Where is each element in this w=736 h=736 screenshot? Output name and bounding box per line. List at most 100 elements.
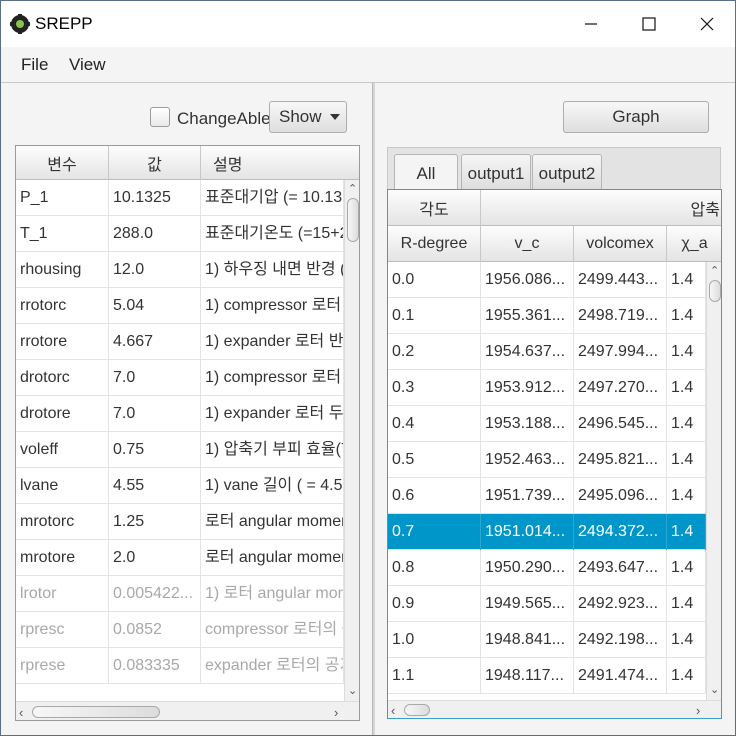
variable-name-cell[interactable]: rpresc xyxy=(16,612,109,648)
output-table-hscrollbar[interactable]: ‹ › xyxy=(388,700,721,718)
vscroll-thumb[interactable] xyxy=(347,198,359,242)
minimize-button[interactable] xyxy=(569,9,613,39)
output-cell[interactable]: 1.4 xyxy=(667,298,706,334)
output-row[interactable]: 0.8 1950.290... 2493.647... 1.4 xyxy=(388,550,706,586)
close-button[interactable] xyxy=(685,9,729,39)
variable-name-cell[interactable]: rhousing xyxy=(16,252,109,288)
output-cell[interactable]: 1.4 xyxy=(667,586,706,622)
output-cell[interactable]: 1956.086... xyxy=(481,262,574,298)
output-cell[interactable]: 1948.841... xyxy=(481,622,574,658)
output-row[interactable]: 0.5 1952.463... 2495.821... 1.4 xyxy=(388,442,706,478)
variable-value-cell[interactable]: 12.0 xyxy=(109,252,201,288)
output-cell[interactable]: 2497.270... xyxy=(574,370,667,406)
tab-output2[interactable]: output2 xyxy=(532,154,602,192)
output-cell[interactable]: 1.4 xyxy=(667,262,706,298)
variable-value-cell[interactable]: 1.25 xyxy=(109,504,201,540)
variable-desc-cell[interactable]: 로터 angular momentum xyxy=(201,540,344,576)
variable-desc-cell[interactable]: 1) compressor 로터 두 xyxy=(201,360,344,396)
output-cell[interactable]: 2495.096... xyxy=(574,478,667,514)
output-row-selected[interactable]: 0.7 1951.014... 2494.372... 1.4 xyxy=(388,514,706,550)
variable-name-cell[interactable]: mrotore xyxy=(16,540,109,576)
variable-row[interactable]: lvane 4.55 1) vane 길이 ( = 4.55 xyxy=(16,468,344,504)
variable-row[interactable]: voleff 0.75 1) 압축기 부피 효율(75 xyxy=(16,432,344,468)
output-table-vscrollbar[interactable]: ⌃ ⌄ xyxy=(706,262,721,700)
variable-value-cell[interactable]: 10.1325 xyxy=(109,180,201,216)
output-cell[interactable]: 0.9 xyxy=(388,586,481,622)
output-cell[interactable]: 1949.565... xyxy=(481,586,574,622)
output-row[interactable]: 0.3 1953.912... 2497.270... 1.4 xyxy=(388,370,706,406)
output-cell[interactable]: 1951.739... xyxy=(481,478,574,514)
variable-row[interactable]: mrotore2.0로터 angular momentum xyxy=(16,540,344,576)
output-cell[interactable]: 2497.994... xyxy=(574,334,667,370)
output-cell[interactable]: 0.4 xyxy=(388,406,481,442)
variable-name-cell[interactable]: lrotor xyxy=(16,576,109,612)
variable-name-cell[interactable]: rrotorc xyxy=(16,288,109,324)
scroll-left-icon[interactable]: ‹ xyxy=(391,703,395,718)
group-header-angle[interactable]: 각도 xyxy=(388,190,481,226)
output-cell[interactable]: 2499.443... xyxy=(574,262,667,298)
output-cell[interactable]: 1.4 xyxy=(667,370,706,406)
output-cell[interactable]: 1.4 xyxy=(667,334,706,370)
variable-name-cell[interactable]: T_1 xyxy=(16,216,109,252)
output-cell[interactable]: 2492.198... xyxy=(574,622,667,658)
output-cell[interactable]: 0.7 xyxy=(388,514,481,550)
variable-name-cell[interactable]: drotore xyxy=(16,396,109,432)
variable-value-cell[interactable]: 5.04 xyxy=(109,288,201,324)
output-cell[interactable]: 2491.474... xyxy=(574,658,667,694)
output-cell[interactable]: 1.4 xyxy=(667,406,706,442)
hscroll-thumb[interactable] xyxy=(404,704,430,716)
variable-row[interactable]: rpresc0.0852compressor 로터의 공기 xyxy=(16,612,344,648)
output-row[interactable]: 0.9 1949.565... 2492.923... 1.4 xyxy=(388,586,706,622)
column-header-r-degree[interactable]: R-degree xyxy=(388,226,481,262)
scroll-up-icon[interactable]: ⌃ xyxy=(710,264,719,277)
variable-name-cell[interactable]: lvane xyxy=(16,468,109,504)
output-row[interactable]: 0.6 1951.739... 2495.096... 1.4 xyxy=(388,478,706,514)
variable-desc-cell[interactable]: 표준대기압 (= 10.1325 xyxy=(201,180,344,216)
output-cell[interactable]: 0.2 xyxy=(388,334,481,370)
scroll-up-icon[interactable]: ⌃ xyxy=(348,182,357,195)
output-cell[interactable]: 0.3 xyxy=(388,370,481,406)
output-row[interactable]: 1.0 1948.841... 2492.198... 1.4 xyxy=(388,622,706,658)
output-row[interactable]: 0.1 1955.361... 2498.719... 1.4 xyxy=(388,298,706,334)
variable-desc-cell[interactable]: 표준대기온도 (=15+273 xyxy=(201,216,344,252)
output-cell[interactable]: 0.0 xyxy=(388,262,481,298)
output-cell[interactable]: 0.6 xyxy=(388,478,481,514)
output-cell[interactable]: 1950.290... xyxy=(481,550,574,586)
output-cell[interactable]: 2493.647... xyxy=(574,550,667,586)
split-divider[interactable] xyxy=(372,83,375,735)
output-cell[interactable]: 1.4 xyxy=(667,550,706,586)
variable-name-cell[interactable]: rprese xyxy=(16,648,109,684)
output-cell[interactable]: 0.1 xyxy=(388,298,481,334)
graph-button[interactable]: Graph xyxy=(563,101,709,133)
variable-desc-cell[interactable]: 로터 angular momentum xyxy=(201,504,344,540)
variable-row[interactable]: rhousing 12.0 1) 하우징 내면 반경 ( xyxy=(16,252,344,288)
tab-all[interactable]: All xyxy=(394,154,458,193)
variable-row[interactable]: rrotore 4.667 1) expander 로터 반경 xyxy=(16,324,344,360)
output-row[interactable]: 0.4 1953.188... 2496.545... 1.4 xyxy=(388,406,706,442)
output-cell[interactable]: 1.4 xyxy=(667,442,706,478)
column-header-value[interactable]: 값 xyxy=(109,146,201,180)
variable-name-cell[interactable]: voleff xyxy=(16,432,109,468)
variable-name-cell[interactable]: mrotorc xyxy=(16,504,109,540)
variable-value-cell[interactable]: 7.0 xyxy=(109,396,201,432)
output-cell[interactable]: 1951.014... xyxy=(481,514,574,550)
column-header-chi-a[interactable]: χ_a xyxy=(667,226,721,262)
group-header-compression[interactable]: 압축 xyxy=(481,190,721,226)
variable-desc-cell[interactable]: 1) 압축기 부피 효율(75 xyxy=(201,432,344,468)
scroll-right-icon[interactable]: › xyxy=(334,705,338,720)
scroll-down-icon[interactable]: ⌄ xyxy=(710,683,719,696)
output-cell[interactable]: 2492.923... xyxy=(574,586,667,622)
variable-desc-cell[interactable]: 1) 하우징 내면 반경 ( xyxy=(201,252,344,288)
output-cell[interactable]: 0.8 xyxy=(388,550,481,586)
output-cell[interactable]: 1.4 xyxy=(667,514,706,550)
variable-value-cell[interactable]: 4.55 xyxy=(109,468,201,504)
hscroll-thumb[interactable] xyxy=(32,706,160,718)
output-cell[interactable]: 1.4 xyxy=(667,622,706,658)
output-cell[interactable]: 1954.637... xyxy=(481,334,574,370)
variable-desc-cell[interactable]: 1) expander 로터 반경 xyxy=(201,324,344,360)
show-dropdown[interactable]: Show xyxy=(269,101,347,133)
column-header-v-c[interactable]: v_c xyxy=(481,226,574,262)
variable-value-cell[interactable]: 288.0 xyxy=(109,216,201,252)
output-cell[interactable]: 1.0 xyxy=(388,622,481,658)
scroll-right-icon[interactable]: › xyxy=(696,703,700,718)
